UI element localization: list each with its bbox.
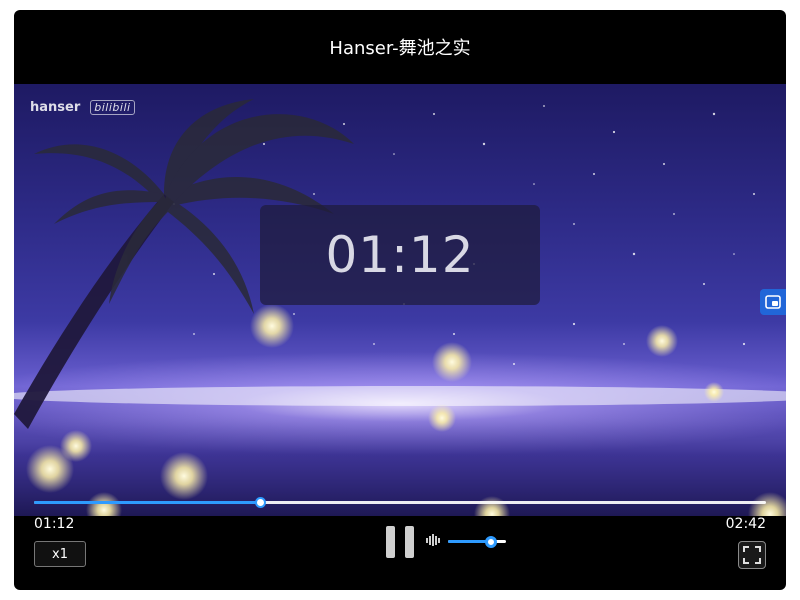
- progress-bar[interactable]: [34, 497, 766, 508]
- video-title: Hanser-舞池之实: [329, 38, 471, 59]
- volume-icon[interactable]: [426, 532, 440, 548]
- current-time: 01:12: [34, 516, 75, 532]
- time-overlay: 01:12: [260, 205, 540, 305]
- title-bar: Hanser-舞池之实: [14, 10, 786, 84]
- fullscreen-icon: [743, 546, 761, 564]
- speed-button[interactable]: x1: [34, 541, 86, 567]
- progress-fill: [34, 501, 261, 504]
- volume-slider[interactable]: [448, 536, 506, 548]
- volume-thumb[interactable]: [484, 536, 497, 548]
- fullscreen-button[interactable]: [738, 541, 766, 569]
- pause-button[interactable]: [386, 526, 414, 558]
- watermark-bilibili: bilibili: [90, 100, 135, 115]
- time-overlay-text: 01:12: [325, 226, 475, 284]
- video-frame[interactable]: hanser bilibili 01:12: [14, 84, 786, 516]
- watermark-hanser: hanser: [30, 100, 81, 115]
- pip-button[interactable]: [760, 289, 786, 315]
- progress-thumb[interactable]: [254, 497, 266, 508]
- video-player: Hanser-舞池之实 hanser bilibili 01:12 01:12 …: [14, 10, 786, 590]
- total-time: 02:42: [725, 516, 766, 532]
- speed-label: x1: [52, 546, 68, 562]
- pause-icon: [386, 526, 395, 558]
- watermark: hanser bilibili: [30, 100, 135, 115]
- picture-in-picture-icon: [765, 295, 781, 309]
